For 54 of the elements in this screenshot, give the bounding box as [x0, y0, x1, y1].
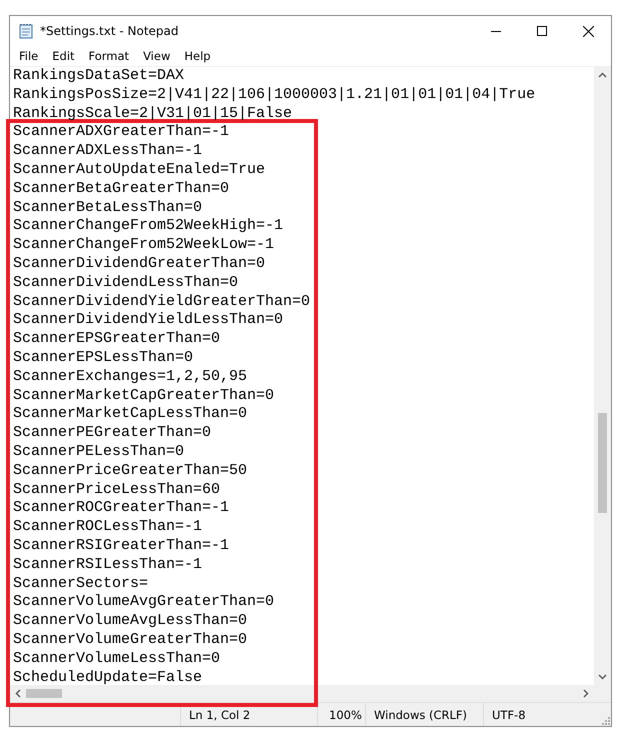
close-icon	[582, 26, 594, 36]
scroll-thumb[interactable]	[26, 689, 62, 698]
maximize-icon	[537, 26, 547, 36]
text-line: RankingsDataSet=DAX	[13, 67, 184, 86]
scroll-down-icon[interactable]	[598, 674, 607, 680]
resize-grip-icon[interactable]	[600, 715, 610, 725]
menu-item[interactable]: View	[136, 49, 178, 63]
text-line: RankingsPosSize=2|V41|22|106|1000003|1.21|01|01|01|04|True	[13, 86, 536, 105]
text-line: ScannerEPSLessThan=0	[13, 348, 194, 368]
text-line: ScannerChangeFrom52WeekHigh=-1	[13, 217, 284, 236]
text-line: ScannerDividendYieldGreaterThan=0	[13, 292, 310, 312]
text-line: ScannerADXGreaterThan=-1	[13, 123, 230, 142]
zoom-level: 100%	[317, 703, 365, 726]
text-line: ScannerMarketCapGreaterThan=0	[13, 386, 274, 406]
window-title: *Settings.txt - Notepad	[40, 24, 178, 38]
text-line: ScannerVolumeLessThan=0	[13, 650, 220, 668]
text-line: ScannerSectors=	[13, 574, 148, 594]
text-line: ScannerVolumeAvgGreaterThan=0	[13, 593, 274, 612]
notepad-icon	[18, 23, 34, 39]
text-line: ScannerPriceGreaterThan=50	[13, 462, 248, 481]
text-line: ScannerDividendYieldLessThan=0	[13, 311, 284, 330]
scroll-up-icon[interactable]	[598, 72, 607, 78]
text-line: ScannerMarketCapLessThan=0	[13, 405, 248, 424]
text-line: ScannerDividendGreaterThan=0	[13, 254, 266, 274]
menu-item[interactable]: Format	[82, 49, 136, 63]
scroll-right-icon[interactable]	[583, 689, 589, 698]
scroll-left-icon[interactable]	[15, 689, 21, 698]
text-line: ScannerRSIGreaterThan=-1	[13, 536, 230, 556]
text-line: ScannerRSILessThan=-1	[13, 556, 202, 575]
horizontal-scrollbar[interactable]	[10, 685, 594, 702]
text-line: RankingsScale=2|V31|01|15|False	[13, 104, 292, 124]
menu-item[interactable]: File	[12, 49, 46, 63]
text-line: ScannerVolumeGreaterThan=0	[13, 630, 248, 650]
cursor-position: Ln 1, Col 2	[180, 703, 317, 726]
scroll-thumb[interactable]	[598, 413, 607, 513]
text-line: ScannerPEGreaterThan=0	[13, 424, 212, 443]
text-line: ScannerROCLessThan=-1	[13, 518, 202, 537]
text-line: ScannerBetaGreaterThan=0	[13, 180, 230, 199]
text-line: ScannerADXLessThan=-1	[13, 142, 202, 161]
text-line: ScannerExchanges=1,2,50,95	[13, 368, 248, 387]
vertical-scrollbar[interactable]	[594, 67, 611, 685]
menu-item[interactable]: Edit	[45, 49, 82, 63]
text-line: ScannerPELessThan=0	[13, 442, 184, 462]
text-line: ScannerDividendLessThan=0	[13, 274, 238, 293]
text-line: ScannerEPSGreaterThan=0	[13, 330, 220, 349]
text-line: ScannerBetaLessThan=0	[13, 198, 202, 218]
text-line: ScannerROCGreaterThan=-1	[13, 499, 230, 518]
text-line: ScheduledUpdate=False	[13, 668, 202, 685]
menu-item[interactable]: Help	[177, 49, 218, 63]
text-line: ScannerVolumeAvgLessThan=0	[13, 612, 248, 631]
line-endings: Windows (CRLF)	[365, 703, 483, 726]
text-line: ScannerPriceLessThan=60	[13, 480, 220, 500]
text-line: ScannerAutoUpdateEnaled=True	[13, 160, 266, 180]
text-line: ScannerChangeFrom52WeekLow=-1	[13, 236, 274, 255]
